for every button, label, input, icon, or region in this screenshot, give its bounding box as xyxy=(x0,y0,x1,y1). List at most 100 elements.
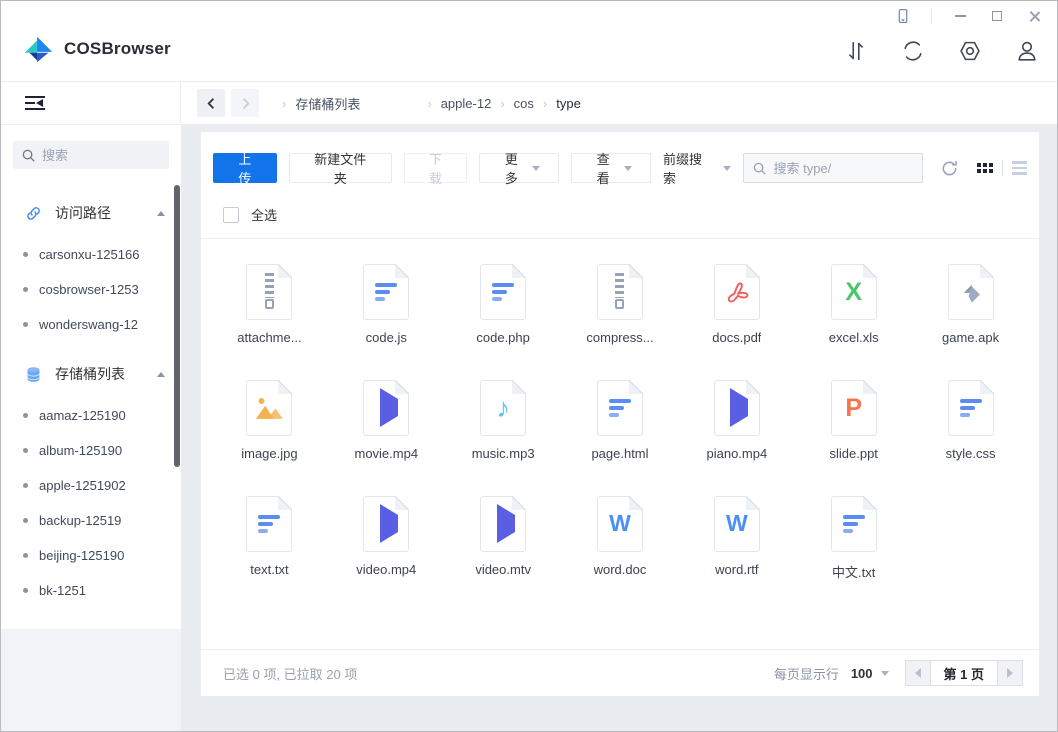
transfer-list-icon[interactable] xyxy=(842,37,870,65)
list-view-icon[interactable] xyxy=(1012,161,1027,175)
select-all-checkbox[interactable] xyxy=(223,207,239,223)
sync-icon[interactable] xyxy=(899,37,927,65)
download-button[interactable]: 下载 xyxy=(404,153,468,183)
file-search[interactable] xyxy=(743,153,923,183)
section-access-paths: 访问路径 carsonxu-125166 xyxy=(1,195,181,342)
sidebar-item-bucket[interactable]: aamaz-125190 xyxy=(1,398,181,433)
file-item[interactable]: code.php xyxy=(445,264,562,345)
file-item[interactable]: X excel.xls xyxy=(795,264,912,345)
maximize-button[interactable] xyxy=(988,7,1006,25)
file-item[interactable]: video.mtv xyxy=(445,496,562,581)
section-title: 存储桶列表 xyxy=(55,364,125,384)
apk-file-icon xyxy=(958,279,984,305)
chevron-down-icon xyxy=(881,671,889,676)
sidebar-scrollbar-thumb[interactable] xyxy=(174,185,180,467)
sidebar-item-access-path[interactable]: wonderswang-12 xyxy=(1,307,181,342)
prev-arrow-icon xyxy=(915,668,921,678)
bullet-icon xyxy=(23,252,28,257)
zip-file-icon xyxy=(265,276,274,309)
page-fold xyxy=(512,380,526,394)
file-name: slide.ppt xyxy=(830,446,878,461)
grid-view-icon[interactable] xyxy=(977,163,993,173)
new-folder-button[interactable]: 新建文件夹 xyxy=(289,153,392,183)
file-item[interactable]: video.mp4 xyxy=(328,496,445,581)
app-window: COSBrowser xyxy=(0,0,1058,732)
sidebar-item-bucket[interactable]: album-125190 xyxy=(1,433,181,468)
forward-button[interactable] xyxy=(231,89,259,117)
per-page-label: 每页显示行 xyxy=(774,664,839,683)
settings-icon[interactable] xyxy=(956,37,984,65)
file-name: code.js xyxy=(366,330,407,345)
section-header-bucket-list[interactable]: 存储桶列表 xyxy=(1,356,181,392)
file-item[interactable]: docs.pdf xyxy=(678,264,795,345)
sidebar-search-input[interactable] xyxy=(42,148,161,163)
file-search-input[interactable] xyxy=(773,161,914,176)
back-button[interactable] xyxy=(197,89,225,117)
link-icon xyxy=(24,204,43,223)
mobile-icon[interactable] xyxy=(894,7,912,25)
refresh-icon[interactable] xyxy=(935,154,963,182)
file-item[interactable]: W word.doc xyxy=(562,496,679,581)
sidebar-item-bucket[interactable]: beijing-125190 xyxy=(1,538,181,573)
file-name: compress... xyxy=(586,330,653,345)
more-button[interactable]: 更多 xyxy=(479,153,559,183)
file-item[interactable]: movie.mp4 xyxy=(328,380,445,461)
minimize-button[interactable] xyxy=(951,7,969,25)
file-item[interactable]: P slide.ppt xyxy=(795,380,912,461)
file-item[interactable]: style.css xyxy=(912,380,1029,461)
breadcrumb: › 存储桶列表 › apple-12 › cos › xyxy=(273,94,581,113)
file-item[interactable]: W word.rtf xyxy=(678,496,795,581)
view-button[interactable]: 查看 xyxy=(571,153,651,183)
bullet-icon xyxy=(23,448,28,453)
breadcrumb-item[interactable]: type xyxy=(556,96,581,111)
next-page-button[interactable] xyxy=(997,660,1023,686)
page-fold xyxy=(278,380,292,394)
page-fold xyxy=(863,380,877,394)
toolbar: 上传 新建文件夹 下载 更多 查看 前缀搜索 xyxy=(201,132,1039,187)
breadcrumb-separator: › xyxy=(427,96,431,111)
prev-page-button[interactable] xyxy=(905,660,931,686)
collapse-sidebar-icon[interactable] xyxy=(25,96,45,110)
lines-file-icon xyxy=(609,399,631,417)
file-item[interactable]: text.txt xyxy=(211,496,328,581)
file-name: text.txt xyxy=(250,562,288,577)
page-fold xyxy=(395,264,409,278)
file-item[interactable]: piano.mp4 xyxy=(678,380,795,461)
page-fold xyxy=(980,380,994,394)
sidebar-item-bucket[interactable]: backup-12519 xyxy=(1,503,181,538)
select-all-label: 全选 xyxy=(251,205,277,224)
file-item[interactable]: game.apk xyxy=(912,264,1029,345)
file-item[interactable]: page.html xyxy=(562,380,679,461)
user-icon[interactable] xyxy=(1013,37,1041,65)
upload-button[interactable]: 上传 xyxy=(213,153,277,183)
section-header-access-paths[interactable]: 访问路径 xyxy=(1,195,181,231)
per-page-dropdown[interactable]: 100 xyxy=(851,666,889,681)
sidebar-item-bucket[interactable]: apple-1251902 xyxy=(1,468,181,503)
main-area: 上传 新建文件夹 下载 更多 查看 前缀搜索 xyxy=(181,125,1057,732)
breadcrumb-item[interactable]: cos xyxy=(514,96,534,111)
search-icon xyxy=(21,148,36,163)
sidebar-item-bucket[interactable]: bk-1251 xyxy=(1,573,181,608)
video-file-icon xyxy=(375,399,398,417)
file-name: docs.pdf xyxy=(712,330,761,345)
selection-status: 已选 0 项, 已拉取 20 项 xyxy=(223,664,357,683)
breadcrumb-item[interactable]: 存储桶列表 xyxy=(295,94,360,113)
file-item[interactable]: 中文.txt xyxy=(795,496,912,581)
page-fold xyxy=(512,264,526,278)
file-name: 中文.txt xyxy=(832,562,875,581)
file-item[interactable]: ♪ music.mp3 xyxy=(445,380,562,461)
prefix-search-dropdown[interactable]: 前缀搜索 xyxy=(663,149,731,187)
sidebar-item-access-path[interactable]: carsonxu-125166 xyxy=(1,237,181,272)
file-name: movie.mp4 xyxy=(354,446,418,461)
file-item[interactable]: compress... xyxy=(562,264,679,345)
titlebar: COSBrowser xyxy=(1,1,1057,81)
sidebar-item-access-path[interactable]: cosbrowser-1253 xyxy=(1,272,181,307)
file-item[interactable]: attachme... xyxy=(211,264,328,345)
breadcrumb-item[interactable]: apple-12 xyxy=(441,96,492,111)
sidebar-search[interactable] xyxy=(13,141,169,169)
close-button[interactable] xyxy=(1025,7,1043,25)
breadcrumb-separator: › xyxy=(543,96,547,111)
file-item[interactable]: code.js xyxy=(328,264,445,345)
chevron-down-icon xyxy=(532,166,540,171)
file-item[interactable]: image.jpg xyxy=(211,380,328,461)
